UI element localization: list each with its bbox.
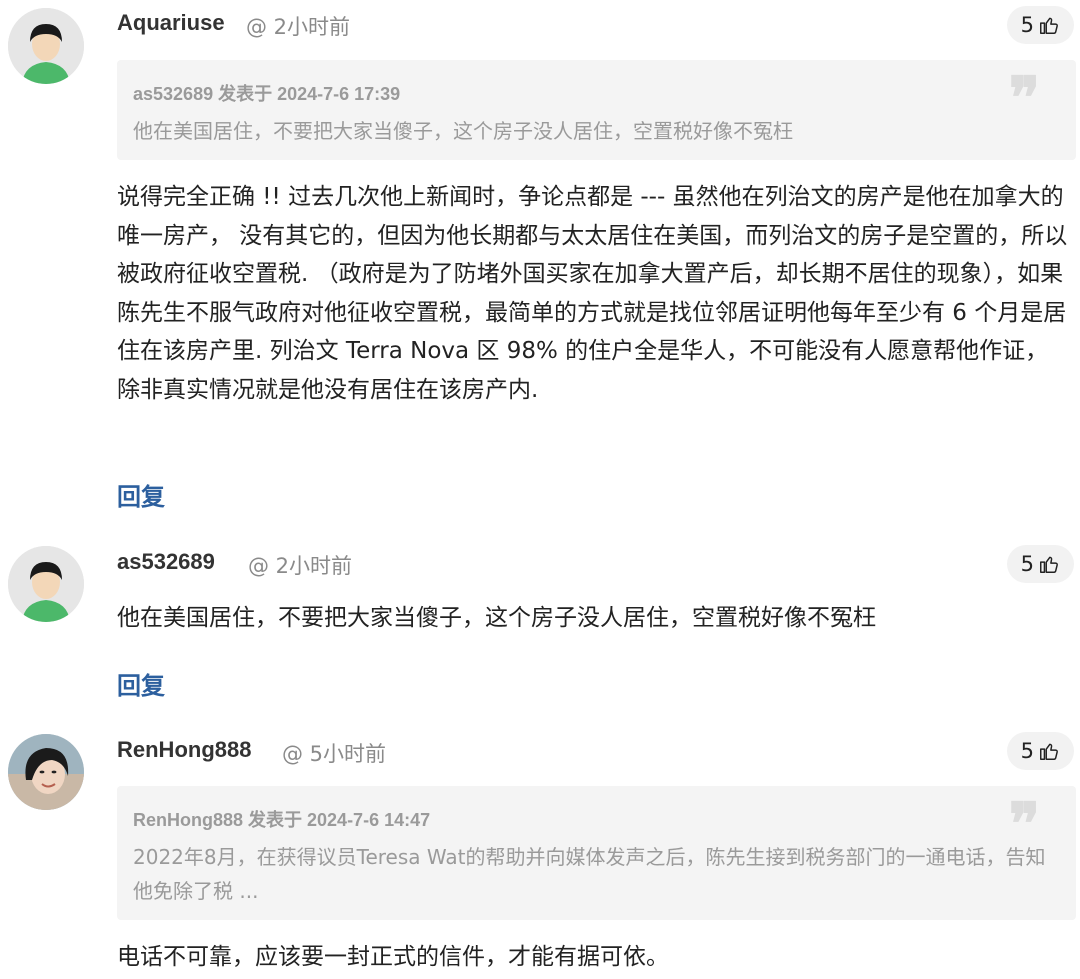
thumbs-up-icon	[1040, 17, 1058, 34]
comment-body: 他在美国居住，不要把大家当傻子，这个房子没人居住，空置税好像不冤枉	[117, 605, 876, 631]
username[interactable]: RenHong888	[117, 737, 251, 763]
comment-body: 电话不可靠，应该要一封正式的信件，才能有据可依。	[117, 944, 669, 970]
like-button[interactable]: 5	[1006, 6, 1074, 44]
quote-mark-icon: ❞	[1008, 792, 1040, 857]
comment-body: 说得完全正确 !! 过去几次他上新闻时，争论点都是 --- 虽然他在列治文的房产…	[117, 184, 1068, 403]
default-avatar-icon	[8, 546, 84, 622]
username[interactable]: as532689	[117, 549, 215, 575]
reply-button[interactable]: 回复	[117, 477, 165, 512]
quote-text: 2022年8月，在获得议员Teresa Wat的帮助并向媒体发声之后，陈先生接到…	[133, 845, 1046, 903]
quoted-comment: as532689 发表于 2024-7-6 17:39 他在美国居住，不要把大家…	[117, 60, 1076, 160]
default-avatar-icon	[8, 8, 84, 84]
quote-meta: as532689 发表于 2024-7-6 17:39	[133, 84, 401, 104]
username[interactable]: Aquariuse	[117, 10, 225, 36]
quoted-comment: RenHong888 发表于 2024-7-6 14:47 2022年8月，在获…	[117, 786, 1076, 920]
timestamp: @ 2小时前	[246, 15, 351, 39]
avatar[interactable]	[8, 734, 84, 810]
quote-mark-icon: ❞	[1008, 66, 1040, 131]
timestamp: @ 2小时前	[248, 554, 353, 578]
avatar[interactable]	[8, 8, 84, 84]
photo-avatar-icon	[8, 734, 84, 810]
timestamp: @ 5小时前	[282, 742, 387, 766]
thumbs-up-icon	[1040, 556, 1058, 573]
quote-meta: RenHong888 发表于 2024-7-6 14:47	[133, 810, 431, 830]
reply-button[interactable]: 回复	[117, 666, 165, 701]
like-button[interactable]: 5	[1006, 732, 1074, 770]
like-button[interactable]: 5	[1006, 545, 1074, 583]
like-count: 5	[1020, 13, 1034, 37]
quote-text: 他在美国居住，不要把大家当傻子，这个房子没人居住，空置税好像不冤枉	[133, 119, 793, 143]
thumbs-up-icon	[1040, 743, 1058, 760]
avatar[interactable]	[8, 546, 84, 622]
like-count: 5	[1020, 552, 1034, 576]
like-count: 5	[1020, 739, 1034, 763]
